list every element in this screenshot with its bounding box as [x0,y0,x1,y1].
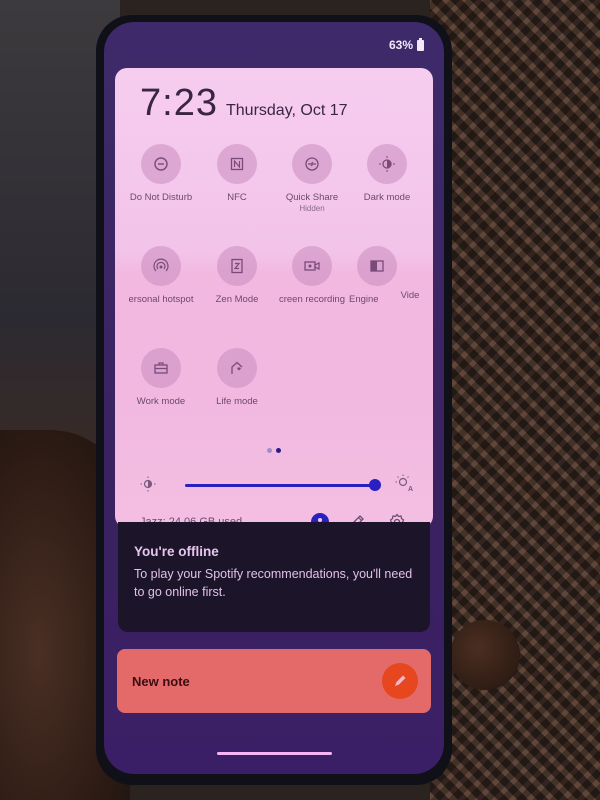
page-indicator [267,448,281,453]
new-note-widget[interactable]: New note [117,649,431,713]
brightness-slider[interactable] [185,484,375,487]
brightness-control: A [140,474,415,496]
quick-share-icon [292,144,332,184]
hotspot-icon [141,246,181,286]
tile-label: Life mode [216,396,258,407]
tile-sublabel: Hidden [299,204,325,213]
battery-percent: 63% [388,38,413,52]
tile-label: Do Not Disturb [129,192,193,203]
tile-nfc[interactable]: NFC [197,144,277,203]
new-note-label: New note [132,674,190,689]
phone-screen: 63% 7:23 Thursday, Oct 17 Do Not Disturb… [104,22,444,774]
page-dot[interactable] [267,448,272,453]
brightness-low-icon [140,476,156,492]
tile-zen-mode[interactable]: Zen Mode [197,246,277,305]
date[interactable]: Thursday, Oct 17 [226,102,348,120]
tile-video[interactable]: Vide [395,290,425,301]
screen-recording-icon [292,246,332,286]
tile-quick-share[interactable]: Quick Share Hidden [272,144,352,213]
zen-mode-icon [217,246,257,286]
tile-life-mode[interactable]: Life mode [197,348,277,407]
tile-label: Quick Share [285,192,339,203]
brightness-slider-thumb[interactable] [369,479,381,491]
pen-icon [395,675,406,686]
background-carpet [430,0,600,800]
tile-dark-mode[interactable]: Dark mode [347,144,427,203]
tile-label: NFC [227,192,247,203]
nfc-icon [217,144,257,184]
tile-do-not-disturb[interactable]: Do Not Disturb [121,144,201,203]
quick-settings-panel: 7:23 Thursday, Oct 17 Do Not Disturb NFC… [115,68,433,531]
briefcase-icon [141,348,181,388]
tile-label: Dark mode [363,192,411,203]
tile-label: Zen Mode [215,294,259,305]
spotify-notification[interactable]: You're offline To play your Spotify reco… [118,522,430,632]
gesture-nav-handle[interactable] [217,752,332,755]
dark-mode-icon [367,144,407,184]
page-dot-active[interactable] [276,448,281,453]
notification-title: You're offline [134,544,219,559]
tile-label: creen recording [278,294,345,305]
vibration-engine-icon [357,246,397,286]
tile-personal-hotspot[interactable]: ersonal hotspot [121,246,201,305]
tile-label: Work mode [136,396,186,407]
tile-label: Vide [400,290,420,301]
status-bar: 63% [388,37,424,52]
tile-screen-recording[interactable]: creen recording [272,246,352,305]
tile-work-mode[interactable]: Work mode [121,348,201,407]
do-not-disturb-icon [141,144,181,184]
auto-label: A [408,486,413,492]
auto-brightness-icon[interactable]: A [395,474,415,492]
notification-body: To play your Spotify recommendations, yo… [134,567,413,599]
battery-icon [417,37,424,51]
tile-label: ersonal hotspot [128,294,194,305]
new-note-button[interactable] [382,663,418,699]
clock[interactable]: 7:23 [140,82,218,125]
hand-finger [450,620,520,690]
home-heart-icon [217,348,257,388]
